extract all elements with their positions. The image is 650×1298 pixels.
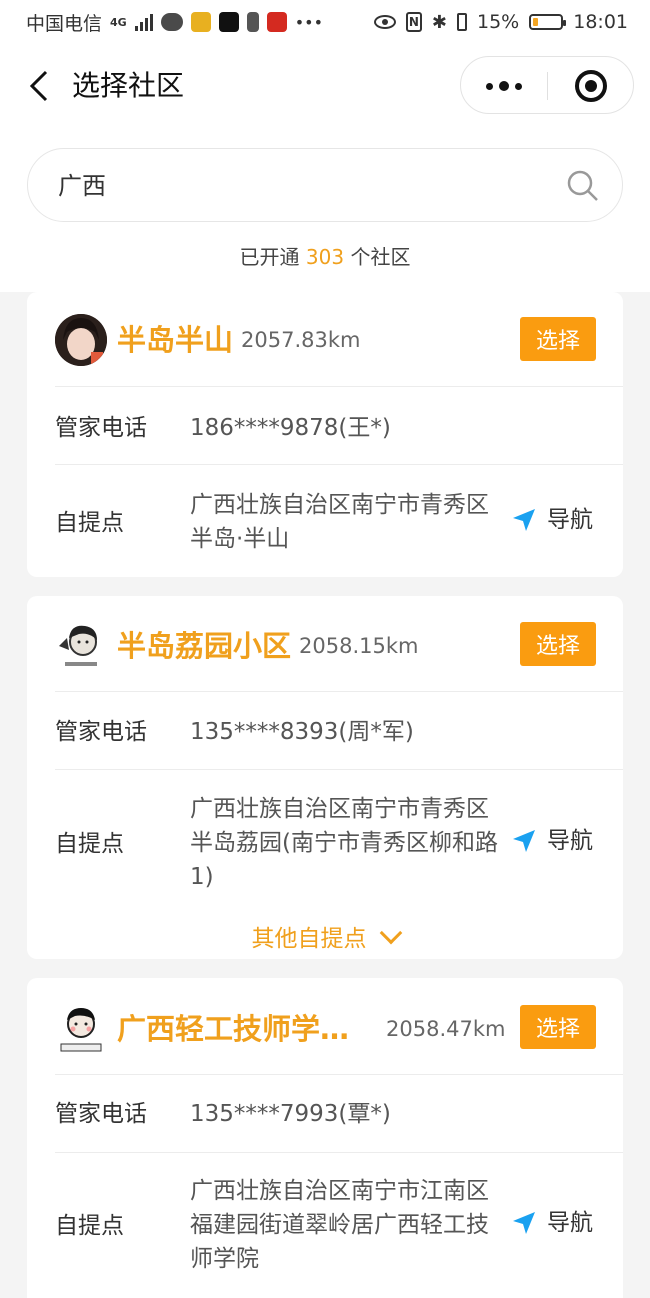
nfc-icon: N xyxy=(405,12,422,32)
community-count: 已开通 303 个社区 xyxy=(239,245,411,269)
wechat-icon xyxy=(160,13,183,31)
more-notifications-icon: ••• xyxy=(294,12,324,32)
navigation-arrow-icon xyxy=(513,509,535,531)
navigate-button[interactable]: 导航 xyxy=(511,1206,593,1240)
other-pickup-points-toggle[interactable]: 其他自提点 xyxy=(27,921,623,956)
select-button[interactable]: 选择 xyxy=(520,622,596,666)
status-bar: 中国电信 4G ••• N ✱ 15% 18:01 xyxy=(0,0,650,44)
select-button[interactable]: 选择 xyxy=(520,1005,596,1049)
weibo-icon xyxy=(190,12,211,32)
search-input[interactable]: 广西 xyxy=(27,148,623,222)
notification-alert-icon xyxy=(246,12,259,32)
steward-phone[interactable]: 135****8393(周*军) xyxy=(190,715,414,749)
select-button[interactable]: 选择 xyxy=(520,317,596,361)
steward-phone[interactable]: 186****9878(王*) xyxy=(190,411,391,445)
carrier-label: 中国电信 xyxy=(26,12,103,35)
community-avatar xyxy=(55,1004,107,1056)
community-name[interactable]: 半岛荔园小区 xyxy=(117,626,291,666)
community-card: 半岛半山 2057.83km 选择 管家电话 186****9878(王*) 自… xyxy=(27,292,623,577)
search-section: 广西 已开通 303 个社区 xyxy=(0,130,650,292)
title-bar: 选择社区 xyxy=(0,44,650,130)
community-distance: 2057.83km xyxy=(241,328,361,352)
community-card: 半岛荔园小区 2058.15km 选择 管家电话 135****8393(周*军… xyxy=(27,596,623,959)
pickup-label: 自提点 xyxy=(55,510,124,536)
phone-label: 管家电话 xyxy=(55,415,147,441)
pickup-address: 广西壮族自治区南宁市青秀区半岛荔园(南宁市青秀区柳和路1) xyxy=(190,796,498,890)
community-distance: 2058.47km xyxy=(386,1017,506,1041)
phone-label: 管家电话 xyxy=(55,719,147,745)
tiktok-icon xyxy=(218,12,239,32)
divider xyxy=(55,691,623,692)
divider xyxy=(55,386,623,387)
signal-icon xyxy=(134,13,153,31)
community-count-number: 303 xyxy=(305,245,345,269)
chevron-down-icon xyxy=(379,921,402,945)
community-name[interactable]: 半岛半山 xyxy=(117,320,233,360)
battery-level xyxy=(533,18,538,26)
clock: 18:01 xyxy=(573,11,628,33)
search-icon[interactable] xyxy=(566,169,600,203)
page-title: 选择社区 xyxy=(72,69,185,102)
bluetooth-icon: ✱ xyxy=(431,11,447,33)
phone-label: 管家电话 xyxy=(55,1101,147,1127)
netease-icon xyxy=(266,12,287,32)
community-card: 广西轻工技师学… 2058.47km 选择 管家电话 135****7993(覃… xyxy=(27,978,623,1298)
more-button[interactable] xyxy=(461,57,547,115)
navigate-button[interactable]: 导航 xyxy=(511,824,593,858)
pickup-label: 自提点 xyxy=(55,831,124,857)
navigate-button[interactable]: 导航 xyxy=(511,503,593,537)
eye-icon xyxy=(373,15,396,29)
search-input-value: 广西 xyxy=(58,172,106,200)
divider xyxy=(55,464,623,465)
community-avatar xyxy=(55,620,107,672)
community-distance: 2058.15km xyxy=(299,634,419,658)
pickup-address: 广西壮族自治区南宁市青秀区半岛·半山 xyxy=(190,492,489,552)
divider xyxy=(55,769,623,770)
back-button[interactable] xyxy=(24,68,54,104)
battery-percent: 15% xyxy=(477,11,520,33)
miniprogram-capsule xyxy=(460,56,634,114)
divider xyxy=(55,1152,623,1153)
navigation-arrow-icon xyxy=(513,830,535,852)
pickup-label: 自提点 xyxy=(55,1213,124,1239)
navigation-arrow-icon xyxy=(513,1212,535,1234)
vibrate-icon xyxy=(457,13,467,31)
steward-phone[interactable]: 135****7993(覃*) xyxy=(190,1097,391,1131)
community-avatar xyxy=(55,314,107,366)
chevron-left-icon xyxy=(29,70,48,102)
battery-icon xyxy=(529,14,567,30)
target-close-icon xyxy=(575,70,607,102)
community-name[interactable]: 广西轻工技师学… xyxy=(117,1009,349,1049)
divider xyxy=(55,1074,623,1075)
more-dots-icon xyxy=(486,82,493,90)
pickup-address: 广西壮族自治区南宁市江南区福建园街道翠岭居广西轻工技师学院 xyxy=(190,1178,489,1272)
network-type: 4G xyxy=(110,15,127,29)
close-miniprogram-button[interactable] xyxy=(548,57,634,115)
